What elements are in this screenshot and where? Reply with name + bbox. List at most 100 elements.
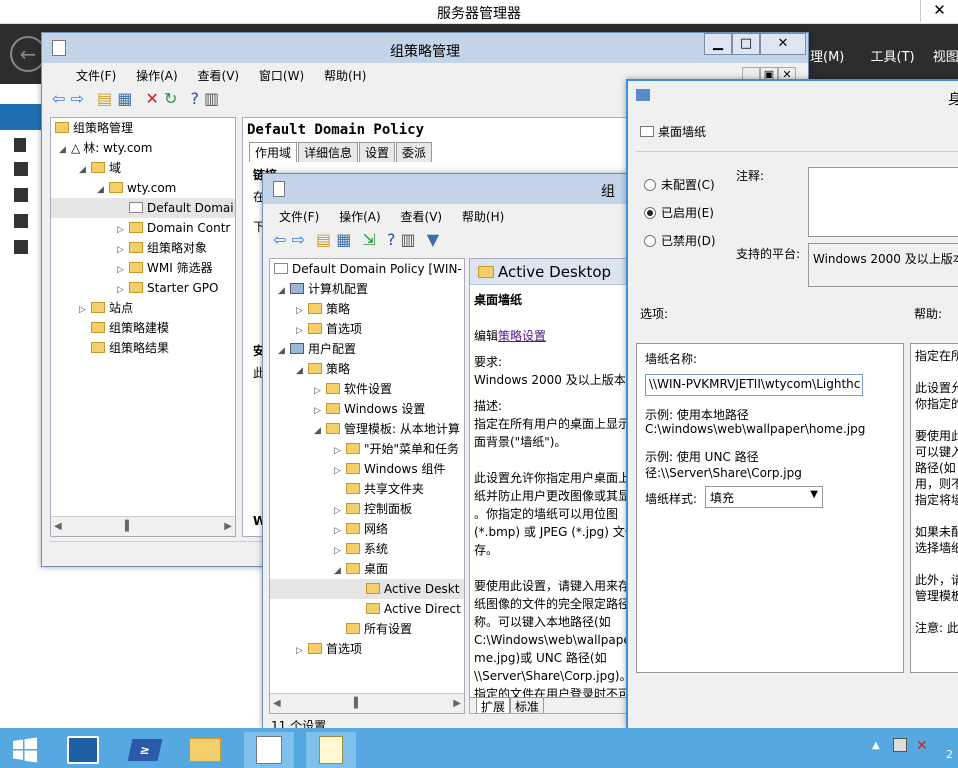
dashboard-icon[interactable] — [0, 104, 42, 130]
minimize-button[interactable]: ▁ — [704, 33, 732, 55]
menu-help[interactable]: 帮助(H) — [462, 210, 504, 224]
collapse-icon[interactable]: ▷ — [296, 321, 308, 339]
menu-action[interactable]: 操作(A) — [136, 69, 178, 83]
radio-icon[interactable] — [644, 235, 656, 247]
tree-item[interactable]: ◢ 桌面 — [270, 559, 464, 579]
maximize-button[interactable]: □ — [732, 33, 760, 55]
properties-icon[interactable]: ▥ — [204, 89, 219, 108]
network-icon[interactable] — [893, 738, 907, 752]
expand-icon[interactable]: ◢ — [97, 180, 109, 198]
tree-item[interactable]: ▷ 站点 — [51, 298, 235, 318]
file-services-icon[interactable] — [14, 240, 28, 254]
tree-item[interactable]: 共享文件夹 — [270, 479, 464, 499]
style-select[interactable]: 填充 ▼ — [705, 486, 823, 508]
radio-not-configured[interactable]: 未配置(C) — [644, 171, 716, 199]
clock[interactable]: 2 — [946, 748, 953, 761]
collapse-icon[interactable]: ▷ — [334, 501, 346, 519]
tree-item-selected[interactable]: Active Deskt — [270, 579, 464, 599]
tree-item[interactable]: ▷ 控制面板 — [270, 499, 464, 519]
tree-item[interactable]: 所有设置 — [270, 619, 464, 639]
tree-item[interactable]: ◢ 域 — [51, 158, 235, 178]
expand-icon[interactable]: ◢ — [296, 361, 308, 379]
collapse-icon[interactable]: ▷ — [117, 240, 129, 258]
back-arrow-icon[interactable]: ⇦ — [52, 89, 65, 108]
radio-disabled[interactable]: 已禁用(D) — [644, 227, 716, 255]
tree-item[interactable]: ▷ 软件设置 — [270, 379, 464, 399]
radio-icon[interactable] — [644, 179, 656, 191]
collapse-icon[interactable]: ▷ — [117, 280, 129, 298]
collapse-icon[interactable]: ▷ — [296, 301, 308, 319]
tab-delegation[interactable]: 委派 — [396, 142, 433, 162]
dns-icon[interactable] — [14, 214, 28, 228]
collapse-icon[interactable]: ▷ — [314, 401, 326, 419]
collapse-icon[interactable]: ▷ — [314, 381, 326, 399]
back-arrow-icon[interactable]: ⇦ — [273, 230, 286, 249]
start-icon[interactable] — [0, 732, 50, 768]
tree-item[interactable]: Default Domain Policy [WIN- — [270, 259, 464, 279]
scroll-thumb[interactable]: ▐ — [121, 517, 129, 536]
menu-file[interactable]: 文件(F) — [76, 69, 116, 83]
policy-settings-link[interactable]: 策略设置 — [498, 329, 546, 343]
collapse-icon[interactable]: ▷ — [334, 541, 346, 559]
tab-settings[interactable]: 设置 — [359, 142, 396, 162]
tree-item[interactable]: ▷ 组策略对象 — [51, 238, 235, 258]
collapse-icon[interactable]: ▷ — [334, 461, 346, 479]
menu-window[interactable]: 窗口(W) — [259, 69, 304, 83]
tray-up-arrow-icon[interactable]: ▲ — [872, 740, 880, 751]
expand-icon[interactable]: ◢ — [59, 140, 71, 158]
ad-ds-icon[interactable] — [14, 188, 28, 202]
refresh-icon[interactable]: ↻ — [164, 89, 177, 108]
collapse-icon[interactable]: ▷ — [296, 641, 308, 659]
tab-details[interactable]: 详细信息 — [298, 142, 359, 162]
expand-icon[interactable]: ◢ — [278, 341, 290, 359]
tree-item[interactable]: ▷ 策略 — [270, 299, 464, 319]
tree-item[interactable]: ◢ △ 林: wty.com — [51, 138, 235, 158]
tree-hscrollbar[interactable]: ◀ ▶ ▐ — [270, 693, 464, 713]
server-manager-icon[interactable] — [58, 732, 108, 768]
tree-item[interactable]: ◢ 管理模板: 从本地计算 — [270, 419, 464, 439]
wallpaper-name-input[interactable]: \\WIN-PVKMRVJETII\wtycom\Lighthc — [645, 374, 863, 396]
tree-item[interactable]: ◢ wty.com — [51, 178, 235, 198]
up-folder-icon[interactable]: ▤ — [97, 89, 112, 108]
collapse-icon[interactable]: ▷ — [117, 260, 129, 278]
scroll-right-icon[interactable]: ▶ — [224, 517, 232, 536]
scroll-right-icon[interactable]: ▶ — [453, 694, 461, 713]
up-folder-icon[interactable]: ▤ — [316, 230, 331, 249]
forward-arrow-icon[interactable]: ⇨ — [292, 230, 305, 249]
sm-menu-tools[interactable]: 工具(T) — [871, 50, 915, 65]
export-icon[interactable]: ⇲ — [362, 230, 375, 249]
tree-item[interactable]: ▷ Domain Contr — [51, 218, 235, 238]
collapse-icon[interactable]: ▷ — [334, 521, 346, 539]
expand-icon[interactable]: ◢ — [278, 281, 290, 299]
help-icon[interactable]: ? — [387, 230, 396, 249]
tree-hscrollbar[interactable]: ◀ ▶ ▐ — [51, 516, 235, 536]
tree-item[interactable]: 组策略管理 — [51, 118, 235, 138]
tree-item[interactable]: ▷ 首选项 — [270, 319, 464, 339]
gpm-icon[interactable] — [244, 732, 294, 768]
collapse-icon[interactable]: ▷ — [334, 441, 346, 459]
close-button[interactable]: ✕ — [760, 33, 806, 55]
menu-action[interactable]: 操作(A) — [339, 210, 381, 224]
sm-menu-view[interactable]: 视图(V) — [933, 50, 958, 65]
forward-arrow-icon[interactable]: ⇨ — [71, 89, 84, 108]
tree-item[interactable]: 组策略建模 — [51, 318, 235, 338]
tree-item[interactable]: ◢ 策略 — [270, 359, 464, 379]
tree-item[interactable]: ▷ Starter GPO — [51, 278, 235, 298]
collapse-icon[interactable]: ▷ — [79, 300, 91, 318]
expand-icon[interactable]: ◢ — [79, 160, 91, 178]
tree-item[interactable]: ▷ 系统 — [270, 539, 464, 559]
filter-icon[interactable]: ▼ — [427, 230, 439, 249]
expand-icon[interactable]: ◢ — [334, 561, 346, 579]
sm-menu-manage[interactable]: 理(M) — [810, 50, 844, 65]
scroll-left-icon[interactable]: ◀ — [273, 694, 281, 713]
powershell-icon[interactable]: ≥ — [120, 732, 170, 768]
explorer-icon[interactable] — [180, 732, 230, 768]
tree-item[interactable]: ◢ 计算机配置 — [270, 279, 464, 299]
notepad-icon[interactable] — [306, 732, 356, 768]
tree-item[interactable]: ▷ 首选项 — [270, 639, 464, 659]
scroll-left-icon[interactable]: ◀ — [54, 517, 62, 536]
volume-muted-icon[interactable]: ✕ — [916, 738, 928, 754]
menu-file[interactable]: 文件(F) — [279, 210, 319, 224]
tree-item[interactable]: ▷ 网络 — [270, 519, 464, 539]
local-server-icon[interactable] — [14, 138, 26, 152]
